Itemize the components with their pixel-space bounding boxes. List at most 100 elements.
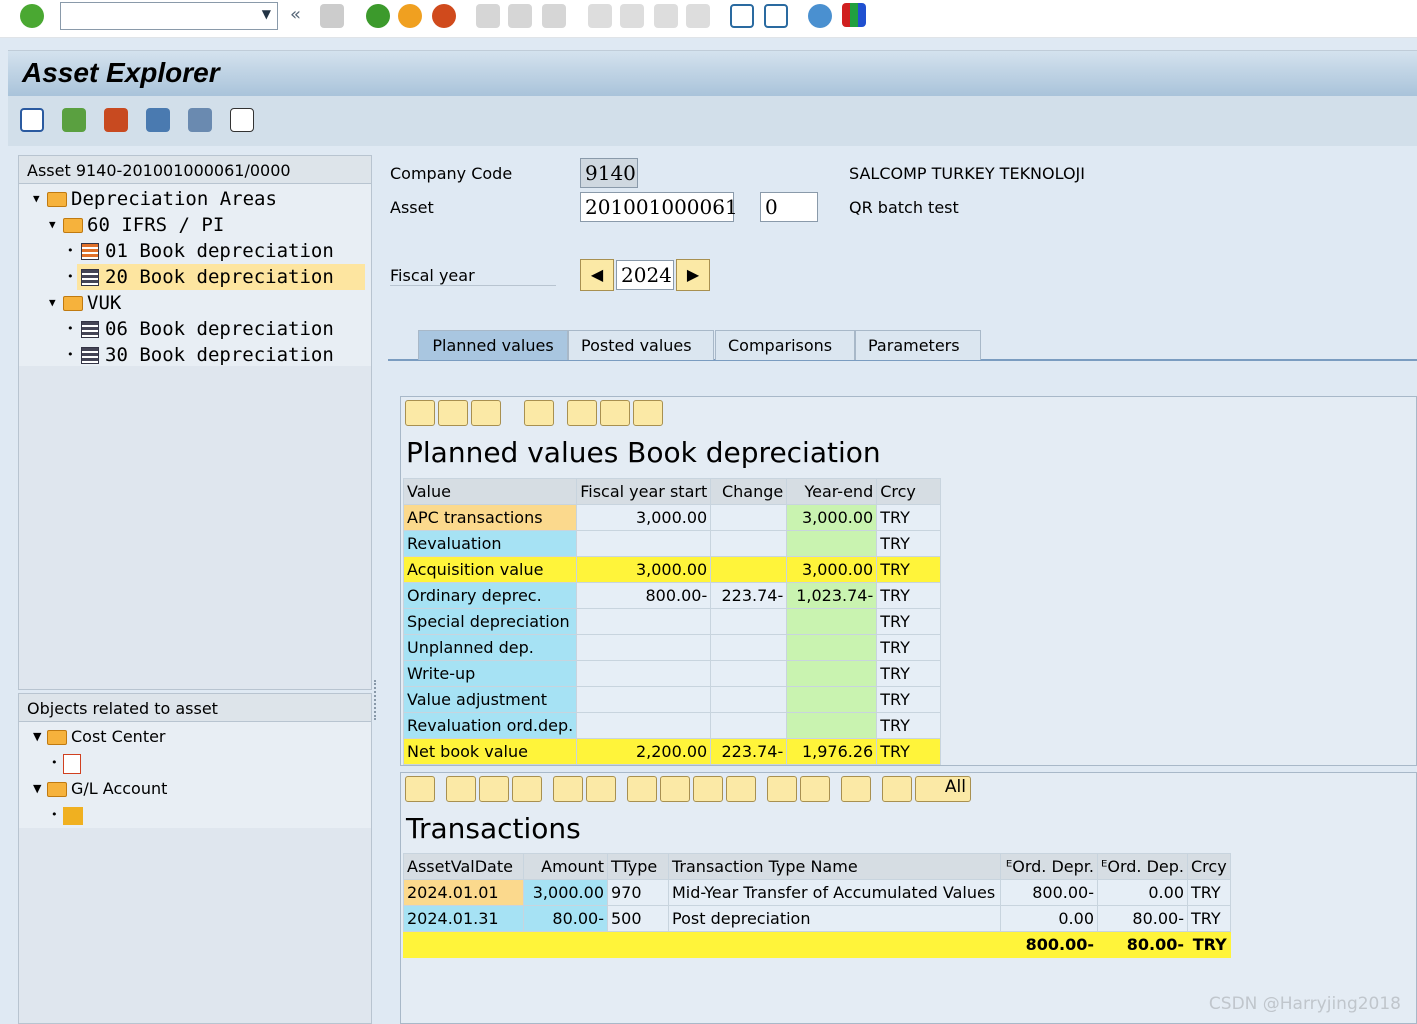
table-cell[interactable] <box>710 504 788 531</box>
table-cell[interactable]: 0.00 <box>1000 905 1098 932</box>
table-cell[interactable]: 80.00- <box>1097 905 1188 932</box>
table-cell[interactable]: 223.74- <box>710 582 788 609</box>
layout-icon[interactable] <box>62 108 86 132</box>
column-header[interactable]: Fiscal year start <box>576 478 712 505</box>
exit-icon[interactable] <box>398 4 422 28</box>
table-cell[interactable]: Write-up <box>402 660 578 687</box>
table-cell[interactable]: 3,000.00 <box>786 556 878 583</box>
find-next-icon[interactable] <box>542 4 566 28</box>
column-header[interactable]: Value <box>402 478 578 505</box>
tree-node-gl-account[interactable]: ▼ G/L Account <box>19 776 371 802</box>
next-page-icon[interactable] <box>654 4 678 28</box>
hat-icon[interactable] <box>841 776 871 802</box>
table-cell[interactable]: TRY <box>1187 879 1231 906</box>
command-field[interactable]: ▼ <box>60 2 278 30</box>
table-row[interactable]: 2024.01.31 80.00- 500 Post depreciation 0.00… <box>403 905 1231 932</box>
table-cell[interactable]: Net book value <box>402 738 578 765</box>
column-header[interactable]: Transaction Type Name <box>668 853 1001 880</box>
info-icon[interactable] <box>524 400 554 426</box>
sort-desc-icon[interactable] <box>479 776 509 802</box>
find-icon[interactable] <box>508 4 532 28</box>
column-header[interactable]: Crcy <box>1187 853 1231 880</box>
filter-icon[interactable] <box>512 776 542 802</box>
tab-comparisons[interactable]: Comparisons <box>715 330 855 360</box>
info-icon[interactable] <box>767 776 797 802</box>
table-cell[interactable] <box>786 712 878 739</box>
sort-asc-icon[interactable] <box>446 776 476 802</box>
tab-planned-values[interactable]: Planned values <box>418 330 568 360</box>
table-cell[interactable] <box>576 634 712 661</box>
table-cell[interactable] <box>786 686 878 713</box>
table-cell[interactable]: TRY <box>876 660 942 687</box>
print-icon[interactable] <box>405 400 435 426</box>
tree-node-60-ifrs[interactable]: ▼ 60 IFRS / PI <box>19 212 371 238</box>
table-row[interactable]: Acquisition value 3,000.00 3,000.00 TRY <box>402 556 942 583</box>
column-header[interactable]: Change <box>710 478 788 505</box>
table-cell[interactable]: TRY <box>876 712 942 739</box>
table-cell[interactable]: TRY <box>876 686 942 713</box>
table-cell[interactable]: Revaluation <box>402 530 578 557</box>
simulate-icon[interactable] <box>633 400 663 426</box>
table-cell[interactable]: 800.00- <box>576 582 712 609</box>
print-icon[interactable] <box>476 4 500 28</box>
table-cell[interactable] <box>576 530 712 557</box>
table-cell[interactable]: 3,000.00 <box>576 504 712 531</box>
document-icon[interactable] <box>800 776 830 802</box>
table-cell[interactable]: 0.00 <box>1097 879 1188 906</box>
table-cell[interactable]: Ordinary deprec. <box>402 582 578 609</box>
table-cell[interactable]: 800.00- <box>1000 879 1098 906</box>
table-cell[interactable]: 1,976.26 <box>786 738 878 765</box>
column-header[interactable]: Crcy <box>876 478 942 505</box>
table-row[interactable]: Net book value 2,200.00 223.74- 1,976.26 TRY <box>402 738 942 765</box>
hierarchy-icon[interactable] <box>188 108 212 132</box>
tree-node-vuk[interactable]: ▼ VUK <box>19 290 371 316</box>
table-cell[interactable] <box>786 608 878 635</box>
table-row[interactable]: Unplanned dep. TRY <box>402 634 942 661</box>
send-icon[interactable] <box>471 400 501 426</box>
splitter-handle[interactable] <box>374 680 380 720</box>
customize-icon[interactable] <box>842 3 866 27</box>
column-header[interactable]: AssetValDate <box>403 853 524 880</box>
table-cell[interactable] <box>710 660 788 687</box>
total-cell[interactable]: 800.00- <box>1000 931 1098 958</box>
subtotal-icon[interactable] <box>586 776 616 802</box>
shortcut-icon[interactable] <box>764 4 788 28</box>
table-cell[interactable] <box>710 608 788 635</box>
expand-all-button[interactable]: All <box>915 776 971 802</box>
table-cell[interactable]: TRY <box>876 608 942 635</box>
table-cell[interactable] <box>710 556 788 583</box>
print-icon[interactable] <box>627 776 657 802</box>
table-cell[interactable]: TRY <box>1187 905 1231 932</box>
sum-icon[interactable] <box>553 776 583 802</box>
save-icon[interactable] <box>320 4 344 28</box>
table-cell[interactable]: Revaluation ord.dep. <box>402 712 578 739</box>
table-cell[interactable]: 1,023.74- <box>786 582 878 609</box>
calc-icon[interactable] <box>104 108 128 132</box>
table-cell[interactable] <box>576 660 712 687</box>
table-row[interactable]: APC transactions 3,000.00 3,000.00 TRY <box>402 504 942 531</box>
table-cell[interactable] <box>576 712 712 739</box>
table-cell[interactable] <box>576 686 712 713</box>
table-cell[interactable]: Value adjustment <box>402 686 578 713</box>
table-row[interactable]: Value adjustment TRY <box>402 686 942 713</box>
asset-field[interactable]: 201001000061 <box>580 192 738 222</box>
calculator-icon[interactable] <box>600 400 630 426</box>
table-cell[interactable]: TRY <box>876 530 942 557</box>
table-cell[interactable] <box>576 608 712 635</box>
details-icon[interactable] <box>405 776 435 802</box>
check-icon[interactable] <box>20 4 44 28</box>
back-green-icon[interactable] <box>366 4 390 28</box>
table-cell[interactable]: Mid-Year Transfer of Accumulated Values <box>668 879 1001 906</box>
table-cell[interactable]: TRY <box>876 634 942 661</box>
table-cell[interactable]: 3,000.00 <box>576 556 712 583</box>
tab-posted-values[interactable]: Posted values <box>568 330 714 360</box>
table-cell[interactable]: Special depreciation <box>402 608 578 635</box>
table-row[interactable]: Revaluation TRY <box>402 530 942 557</box>
table-cell[interactable]: 2024.01.01 <box>403 879 524 906</box>
list-icon[interactable] <box>230 108 254 132</box>
tree-node-cost-center[interactable]: ▼ Cost Center <box>19 724 371 750</box>
table-cell[interactable]: Unplanned dep. <box>402 634 578 661</box>
subnumber-field[interactable]: 0 <box>760 192 818 222</box>
fiscal-year-field[interactable]: 2024 <box>616 260 674 290</box>
first-page-icon[interactable] <box>588 4 612 28</box>
